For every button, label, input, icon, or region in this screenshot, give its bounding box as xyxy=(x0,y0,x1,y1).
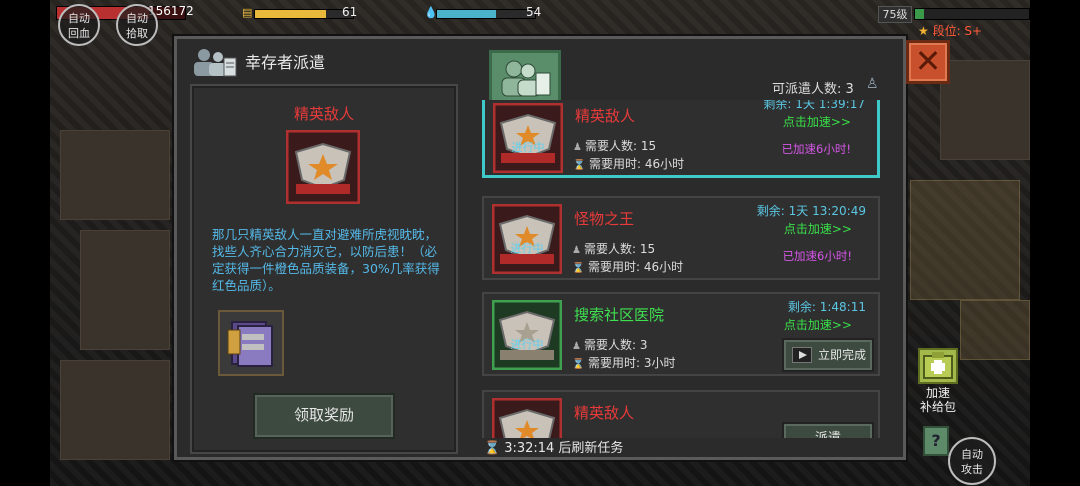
person-icon: ♟ xyxy=(572,341,581,352)
auto-pickup-label-1: 自动 xyxy=(126,12,148,25)
help-button[interactable]: ? xyxy=(923,426,949,456)
close-button[interactable]: ✕ xyxy=(906,40,950,84)
gear-box-icon xyxy=(227,321,273,367)
mission-people: ♟ 需要人数: 3 xyxy=(572,338,648,352)
auto-heal-label-2: 回血 xyxy=(68,27,90,40)
level-badge: 75级 xyxy=(878,6,912,23)
mission-remaining: 剩余: 1天 1:39:17 xyxy=(763,100,865,111)
auto-heal-button[interactable]: 自动 回血 xyxy=(58,4,100,46)
mission-title: 精英敌人 xyxy=(575,107,636,125)
eagle-star-emblem-icon: 进行中 xyxy=(493,103,563,173)
thirst-value: 54 xyxy=(526,5,542,19)
mission-remaining: 剩余: 1:48:11 xyxy=(787,300,866,314)
mission-card[interactable]: 精英敌人 派遣 xyxy=(482,390,880,438)
mission-time: ⌛ 需要用时: 46小时 xyxy=(572,260,684,274)
auto-heal-label-1: 自动 xyxy=(68,12,90,25)
supply-pack-button[interactable] xyxy=(918,348,958,384)
auto-attack-label-2: 攻击 xyxy=(961,463,983,476)
mission-time: ⌛ 需要用时: 46小时 xyxy=(573,157,685,171)
people-icon xyxy=(501,60,551,97)
left-edge xyxy=(0,0,50,486)
auto-pickup-button[interactable]: 自动 拾取 xyxy=(116,4,158,46)
finish-now-label: 立即完成 xyxy=(818,348,867,362)
auto-pickup-label-2: 拾取 xyxy=(126,27,148,40)
hunger-bar xyxy=(254,9,354,19)
status-label: 进行中 xyxy=(511,242,544,255)
refresh-timer: ⌛ 3:32:14 后刷新任务 xyxy=(484,441,624,456)
person-icon: ♟ xyxy=(572,245,581,256)
reward-slot[interactable] xyxy=(218,310,284,376)
video-play-icon xyxy=(792,347,812,363)
people-icon xyxy=(194,49,237,77)
mission-title: 怪物之王 xyxy=(574,210,635,228)
mission-remaining: 剩余: 1天 13:20:49 xyxy=(756,204,866,218)
hourglass-icon: ⌛ xyxy=(484,441,501,456)
person-icon: ♙ xyxy=(866,76,879,92)
detail-title: 精英敌人 xyxy=(293,105,354,123)
mission-people: ♟ 需要人数: 15 xyxy=(573,139,657,153)
eagle-star-emblem-icon: 进行中 xyxy=(492,300,562,370)
status-label: 进行中 xyxy=(511,338,544,351)
star-icon: ★ xyxy=(918,24,933,38)
mission-title: 精英敌人 xyxy=(574,404,635,422)
mission-card[interactable]: 进行中 搜索社区医院 ♟ 需要人数: 3 ⌛ 需要用时: 3小时 剩余: 1:48:… xyxy=(482,292,880,376)
claim-reward-button[interactable]: 领取奖励 xyxy=(253,393,395,439)
speed-up-link[interactable]: 点击加速>> xyxy=(784,316,852,333)
dispatch-tab[interactable] xyxy=(489,50,561,102)
hourglass-icon: ⌛ xyxy=(572,359,585,370)
speed-up-link[interactable]: 点击加速>> xyxy=(783,113,851,130)
auto-attack-label-1: 自动 xyxy=(961,448,983,461)
supply-pack-icon xyxy=(923,352,953,379)
sped-up-note: 已加速6小时! xyxy=(781,142,851,156)
right-edge xyxy=(1030,0,1080,486)
speed-up-link[interactable]: 点击加速>> xyxy=(784,220,852,237)
close-icon: ✕ xyxy=(914,42,942,80)
mission-title: 搜索社区医院 xyxy=(574,306,665,324)
hunger-value: 61 xyxy=(342,5,358,19)
mission-time: ⌛ 需要用时: 3小时 xyxy=(572,356,676,370)
status-label: 进行中 xyxy=(512,141,545,154)
hunger-icon: ▤ xyxy=(242,6,253,19)
detail-description: 那几只精英敌人一直对避难所虎视眈眈，找些人齐心合力消灭它，以防后患！（必定获得一… xyxy=(212,227,440,293)
hourglass-icon: ⌛ xyxy=(573,160,586,171)
finish-now-button[interactable]: 立即完成 xyxy=(782,338,874,372)
available-count: 可派遣人数: 3 xyxy=(772,82,854,97)
mission-card[interactable]: 进行中 精英敌人 ♟ 需要人数: 15 ⌛ 需要用时: 46小时 剩余: 1天 1:… xyxy=(482,100,880,178)
thirst-bar xyxy=(436,9,536,19)
mission-list[interactable]: 进行中 精英敌人 ♟ 需要人数: 15 ⌛ 需要用时: 46小时 剩余: 1天 1:… xyxy=(470,100,896,438)
person-icon: ♟ xyxy=(573,142,582,153)
eagle-star-emblem-icon xyxy=(492,398,562,438)
hourglass-icon: ⌛ xyxy=(572,263,585,274)
eagle-star-emblem-icon xyxy=(286,130,360,204)
sped-up-note: 已加速6小时! xyxy=(782,249,852,263)
supply-pack-label: 加速 补给包 xyxy=(919,386,956,414)
mission-people: ♟ 需要人数: 15 xyxy=(572,242,656,256)
dialog-title: 幸存者派遣 xyxy=(245,53,326,72)
rank-label: ★ 段位: S+ xyxy=(918,24,983,38)
eagle-star-emblem-icon: 进行中 xyxy=(492,204,562,274)
auto-attack-button[interactable]: 自动 攻击 xyxy=(948,437,996,485)
xp-bar xyxy=(914,8,1030,20)
dispatch-button[interactable]: 派遣 xyxy=(782,422,874,438)
mission-card[interactable]: 进行中 怪物之王 ♟ 需要人数: 15 ⌛ 需要用时: 46小时 剩余: 1天 13… xyxy=(482,196,880,280)
